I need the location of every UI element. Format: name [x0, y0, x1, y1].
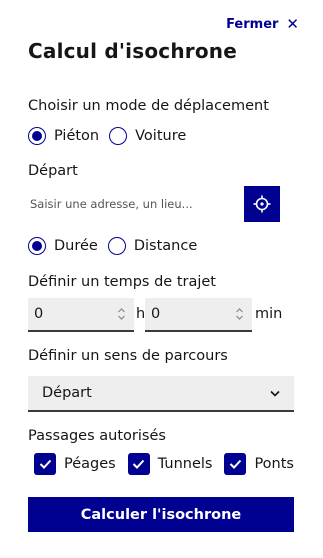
duration-label: Définir un temps de trajet [28, 274, 216, 290]
radio-distance-indicator[interactable] [107, 237, 126, 255]
radio-voiture-indicator[interactable] [109, 127, 128, 145]
hours-unit: h [136, 306, 146, 322]
checkbox-ponts[interactable]: Ponts [224, 453, 294, 475]
close-icon: ✕ [286, 15, 299, 33]
calculate-isochrone-button[interactable]: Calculer l'isochrone [28, 497, 294, 532]
checkbox-peages-label: Péages [64, 456, 116, 472]
page-title: Calcul d'isochrone [28, 39, 237, 63]
allowed-checkbox-group: Péages Tunnels Ponts [34, 453, 306, 475]
checkbox-tunnels-label: Tunnels [157, 456, 213, 472]
direction-select[interactable]: Départ [28, 376, 294, 412]
radio-pieton[interactable]: Piéton [28, 127, 99, 145]
checkbox-peages-box[interactable] [34, 453, 56, 475]
check-icon [133, 459, 145, 469]
departure-label: Départ [28, 163, 78, 179]
checkbox-tunnels[interactable]: Tunnels [127, 453, 213, 475]
hours-spinner-icon[interactable] [117, 307, 126, 321]
hours-input[interactable]: 0 [28, 298, 134, 332]
calc-type-radio-group: Durée Distance [28, 237, 207, 255]
hours-value: 0 [34, 306, 44, 322]
minutes-value: 0 [151, 306, 161, 322]
check-icon [39, 459, 51, 469]
checkbox-tunnels-box[interactable] [127, 453, 150, 475]
checkbox-ponts-label: Ponts [254, 456, 294, 472]
close-button[interactable]: Fermer ✕ [226, 15, 299, 33]
allowed-label: Passages autorisés [28, 428, 166, 444]
minutes-unit: min [255, 306, 283, 322]
locate-button[interactable] [244, 186, 280, 222]
minutes-spinner-icon[interactable] [235, 307, 244, 321]
direction-label: Définir un sens de parcours [28, 348, 228, 364]
radio-voiture-label: Voiture [135, 128, 187, 144]
direction-selected: Départ [42, 385, 92, 401]
checkbox-ponts-box[interactable] [224, 453, 247, 475]
checkbox-peages[interactable]: Péages [34, 453, 116, 475]
radio-pieton-label: Piéton [54, 128, 100, 144]
crosshair-icon [253, 195, 271, 213]
mode-label: Choisir un mode de déplacement [28, 98, 269, 114]
mode-radio-group: Piéton Voiture [28, 127, 196, 145]
radio-distance-label: Distance [133, 238, 198, 254]
check-icon [229, 459, 242, 469]
radio-distance[interactable]: Distance [107, 237, 198, 255]
radio-voiture[interactable]: Voiture [109, 127, 186, 145]
minutes-input[interactable]: 0 [145, 298, 252, 332]
address-input[interactable] [28, 188, 240, 220]
radio-duree-label: Durée [54, 238, 98, 254]
radio-duree-indicator[interactable] [28, 237, 46, 255]
close-label: Fermer [226, 17, 279, 32]
chevron-down-icon [270, 390, 280, 397]
radio-pieton-indicator[interactable] [28, 127, 46, 145]
radio-duree[interactable]: Durée [28, 237, 98, 255]
